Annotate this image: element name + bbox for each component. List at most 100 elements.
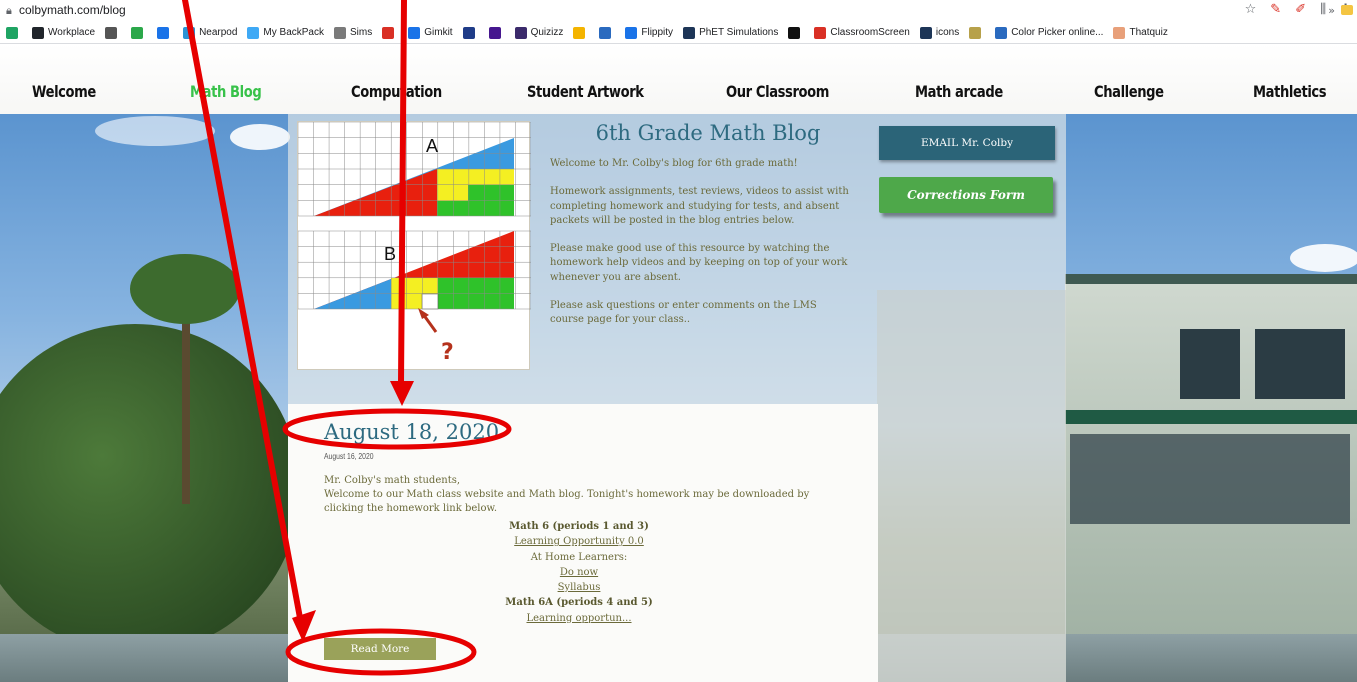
bookmark-item[interactable] [488,26,505,39]
chrome-icon [573,26,586,39]
phet-icon [683,26,696,39]
nearpod-icon [183,26,196,39]
bookmark-label: Flippity [641,27,674,38]
bookmark-item[interactable]: Gimkit [408,26,453,39]
bookmark-label: Sims [350,27,373,38]
bookmark-item[interactable] [969,26,985,39]
post-line: Math 6A (periods 4 and 5) [505,597,653,609]
sims-icon [334,26,346,39]
bookmark-item[interactable]: Workplace [32,26,96,39]
backpack-icon [247,26,260,39]
bookmark-item[interactable]: icons [919,26,960,39]
bookmark-item[interactable] [6,26,22,39]
intro-paragraph: Welcome to Mr. Colby's blog for 6th grad… [550,158,798,169]
bookmark-item[interactable]: Flippity [625,26,674,39]
post-line-row: Learning Opportunity 0.0 [324,534,834,549]
bookmarks-more-button[interactable]: » [1328,4,1335,17]
bookmark-item[interactable]: Nearpod [183,26,237,39]
post-line-row: Math 6 (periods 1 and 3) [324,519,834,534]
pen-extension-icon[interactable]: ✎ [1270,2,1281,17]
bookmark-label: Quizizz [530,27,564,38]
x-icon [788,26,801,39]
bookmark-item[interactable] [157,26,173,39]
circle-icon [105,26,118,39]
browser-url-bar[interactable]: 🔒︎ colbymath.com/blog ☆ ✎ ✐ ⫼ ✱ [0,0,1357,22]
q-icon [462,26,475,39]
post-body: Mr. Colby's math students, Welcome to ou… [324,474,834,516]
blog-title: 6th Grade Math Blog [595,121,821,145]
area-puzzle-diagram: A B ? [297,121,532,370]
post-line-row: Do now [324,565,834,580]
bookmark-item[interactable]: PhET Simulations [683,26,779,39]
bookmark-label: ClassroomScreen [830,27,910,38]
nav-item-math-arcade[interactable]: Math arcade [915,82,1003,101]
diagram-green-block-b [438,278,514,294]
bookmark-item[interactable] [599,26,615,39]
corrections-form-button[interactable]: Corrections Form [879,177,1053,213]
marker-extension-icon[interactable]: ✐ [1295,2,1306,17]
sidebar-background [877,290,1066,682]
intro-paragraph: Please ask questions or enter comments o… [550,300,817,326]
homework-link[interactable]: Learning opportun... [526,613,631,624]
bookmark-label: Gimkit [424,27,453,38]
bookmark-label: PhET Simulations [699,27,779,38]
post-title[interactable]: August 18, 2020 [324,420,499,444]
s-icon [131,26,144,39]
bookmark-item[interactable]: Color Picker online... [995,26,1103,39]
homework-link[interactable]: Syllabus [558,582,601,593]
fx-icon [382,26,395,39]
nav-item-student-artwork[interactable]: Student Artwork [527,82,644,101]
nav-item-computation[interactable]: Computation [351,82,442,101]
nav-item-challenge[interactable]: Challenge [1094,82,1164,101]
bookmark-label: icons [935,27,960,38]
lock-icon: 🔒︎ [6,4,12,17]
outlook-icon [157,26,170,39]
icons-icon [919,26,932,39]
kahoot-icon [488,26,501,39]
nav-item-welcome[interactable]: Welcome [32,82,96,101]
bookmark-label: Thatquiz [1129,27,1168,38]
email-teacher-button[interactable]: EMAIL Mr. Colby [879,126,1055,160]
homework-link[interactable]: Learning Opportunity 0.0 [514,536,644,547]
post-date: August 16, 2020 [324,452,374,461]
post-line-row: At Home Learners: [530,551,628,563]
nav-item-our-classroom[interactable]: Our Classroom [726,82,829,101]
workplace-icon [32,26,44,39]
bookmark-item[interactable] [105,26,121,39]
post-line: Math 6 (periods 1 and 3) [509,521,649,532]
color-picker-icon [995,26,1008,39]
url-text[interactable]: colbymath.com/blog [19,3,126,17]
diagram-yellow-block-b [391,278,438,294]
bookmark-item[interactable]: Thatquiz [1113,26,1168,39]
folder-icon[interactable] [1341,5,1353,15]
post-greeting: Mr. Colby's math students, [324,475,461,486]
bookmark-item[interactable] [788,26,804,39]
bookmark-item[interactable]: Quizizz [514,26,564,39]
diagram-missing-square [421,293,439,310]
flippity-icon [625,26,638,39]
bookmark-item[interactable] [382,26,398,39]
intro-paragraph: Please make good use of this resource by… [550,243,848,283]
classroomscreen-icon [814,26,827,39]
star-icon[interactable]: ☆ [1245,2,1257,17]
homework-link[interactable]: Do now [560,567,598,578]
bookmark-item[interactable] [573,26,589,39]
read-more-button[interactable]: Read More [324,638,436,660]
post-line-row: Syllabus [324,580,834,595]
bookmark-label: My BackPack [263,27,324,38]
bookmark-item[interactable]: My BackPack [247,26,324,39]
site-nav: Welcome Math Blog Computation Student Artwo… [0,44,1357,114]
nav-item-math-blog[interactable]: Math Blog [190,82,262,101]
diagram-label-b: B [384,244,396,264]
bookmarks-bar: Workplace Nearpod My BackPack Sims Gimkit Qui… [0,22,1357,44]
post-body-text: Welcome to our Math class website and Ma… [324,489,810,514]
gimkit-icon [408,26,421,39]
extension-icon[interactable]: ⫼ [1320,2,1326,17]
bookmark-item[interactable]: Sims [334,26,373,39]
nav-item-mathletics[interactable]: Mathletics [1253,82,1327,101]
bookmark-item[interactable]: ClassroomScreen [814,26,910,39]
diagram-label-a: A [426,136,438,156]
bookmark-item[interactable] [131,26,147,39]
bookmark-label: Workplace [48,27,96,38]
bookmark-item[interactable] [462,26,479,39]
